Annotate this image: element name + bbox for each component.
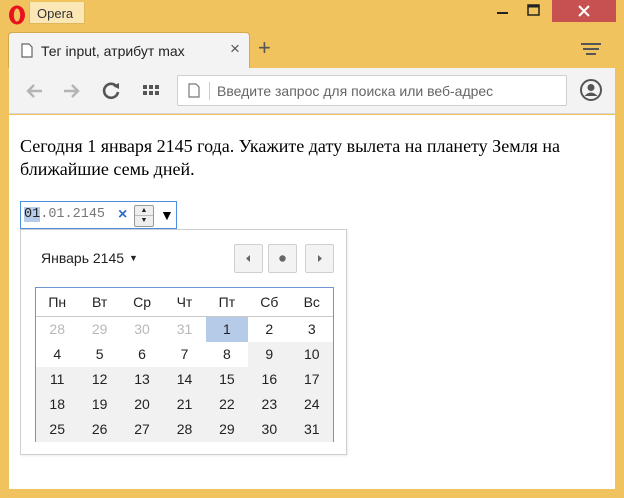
chevron-right-icon — [318, 255, 322, 262]
calendar-dropdown-icon[interactable]: ▼ — [160, 205, 174, 225]
calendar-day[interactable]: 31 — [290, 417, 333, 442]
tab-menu-icon[interactable] — [581, 43, 601, 58]
tab-title: Тег input, атрибут max — [41, 43, 185, 59]
address-separator — [209, 82, 210, 100]
calendar-day[interactable]: 6 — [120, 342, 164, 367]
calendar-day[interactable]: 8 — [205, 342, 249, 367]
account-icon[interactable] — [579, 78, 603, 102]
calendar-day-disabled: 31 — [176, 321, 193, 337]
address-bar[interactable] — [177, 75, 567, 106]
clear-date-icon[interactable]: × — [118, 206, 127, 224]
calendar-day[interactable]: 25 — [36, 417, 79, 442]
calendar-day-selected[interactable]: 1 — [205, 317, 249, 342]
app-name: Opera — [37, 6, 74, 21]
today-dot-icon — [279, 255, 286, 262]
calendar-day-disabled: 30 — [134, 321, 150, 337]
date-input[interactable]: 01.01.2145 × ▲ ▼ ▼ — [20, 201, 177, 229]
opera-logo-icon[interactable] — [8, 5, 26, 25]
month-year-label: Январь 2145 — [41, 250, 125, 266]
navigation-toolbar — [9, 68, 615, 114]
date-sep: . — [64, 207, 73, 222]
app-menu-button[interactable]: Opera — [29, 2, 85, 24]
calendar-day[interactable]: 7 — [163, 342, 206, 367]
weekday-label: Ср — [133, 294, 151, 310]
back-arrow-icon[interactable] — [23, 79, 47, 103]
calendar-day[interactable]: 23 — [248, 392, 291, 417]
calendar-day-disabled: 29 — [91, 321, 108, 337]
weekday-label: Чт — [176, 294, 193, 310]
reload-icon[interactable] — [99, 79, 123, 103]
calendar-week: 28 29 30 31 1 2 3 — [36, 317, 333, 342]
calendar-day[interactable]: 11 — [36, 367, 79, 392]
weekday-label: Пн — [48, 294, 67, 310]
calendar-day[interactable]: 15 — [205, 367, 249, 392]
close-window-icon[interactable] — [552, 0, 616, 22]
calendar-day-disabled: 28 — [49, 321, 65, 337]
calendar-day[interactable]: 30 — [248, 417, 291, 442]
calendar-day[interactable]: 19 — [78, 392, 121, 417]
calendar-week: 18 19 20 21 22 23 24 — [36, 392, 333, 417]
calendar-week: 4 5 6 7 8 9 10 — [36, 342, 333, 367]
minimize-icon[interactable] — [489, 0, 516, 22]
weekday-label: Сб — [260, 294, 279, 310]
month-caret-icon: ▼ — [129, 253, 138, 263]
calendar-day[interactable]: 28 — [163, 417, 206, 442]
date-value: 01.01.2145 — [24, 207, 105, 222]
spin-down-icon[interactable]: ▼ — [135, 216, 153, 226]
weekday-label: Вт — [91, 294, 108, 310]
calendar-week: 11 12 13 14 15 16 17 — [36, 367, 333, 392]
new-tab-button[interactable]: + — [258, 37, 271, 59]
calendar-day[interactable]: 13 — [120, 367, 164, 392]
page-icon — [188, 83, 200, 98]
speed-dial-icon[interactable] — [139, 79, 163, 103]
document-icon — [21, 43, 33, 58]
calendar-day[interactable]: 20 — [120, 392, 164, 417]
calendar-day[interactable]: 24 — [290, 392, 333, 417]
calendar-grid: Пн Вт Ср Чт Пт Сб Вс 28 29 30 31 1 2 3 4… — [35, 287, 334, 442]
spin-up-icon[interactable]: ▲ — [135, 206, 153, 216]
calendar-day[interactable]: 26 — [78, 417, 121, 442]
date-spinner[interactable]: ▲ ▼ — [134, 205, 154, 227]
calendar-day[interactable]: 18 — [36, 392, 79, 417]
page-content: Сегодня 1 января 2145 года. Укажите дату… — [9, 115, 615, 489]
weekday-label: Пт — [218, 294, 236, 310]
next-month-button[interactable] — [305, 244, 334, 273]
previous-month-button[interactable] — [234, 244, 263, 273]
calendar-day[interactable]: 27 — [120, 417, 164, 442]
calendar-day[interactable]: 17 — [290, 367, 333, 392]
title-bar: Opera — [0, 0, 624, 30]
calendar-day[interactable]: 10 — [290, 342, 333, 367]
calendar-week: 25 26 27 28 29 30 31 — [36, 417, 333, 442]
calendar-day[interactable]: 22 — [205, 392, 249, 417]
chevron-left-icon — [246, 255, 250, 262]
calendar-day[interactable]: 21 — [163, 392, 206, 417]
calendar-day[interactable]: 16 — [248, 367, 291, 392]
today-button[interactable] — [268, 244, 297, 273]
month-year-selector[interactable]: Январь 2145 ▼ — [41, 250, 138, 266]
date-year-segment[interactable]: 2145 — [73, 207, 105, 222]
date-month-segment[interactable]: 01 — [48, 207, 64, 222]
calendar-day[interactable]: 9 — [248, 342, 291, 367]
date-day-segment[interactable]: 01 — [24, 207, 41, 222]
calendar-day[interactable]: 4 — [36, 342, 79, 367]
weekday-label: Вс — [303, 294, 320, 310]
calendar-day[interactable]: 3 — [290, 317, 333, 342]
calendar-day[interactable]: 29 — [205, 417, 249, 442]
calendar-day[interactable]: 5 — [78, 342, 121, 367]
address-input[interactable] — [217, 80, 557, 102]
intro-text: Сегодня 1 января 2145 года. Укажите дату… — [20, 136, 560, 179]
forward-arrow-icon[interactable] — [59, 79, 83, 103]
tab-close-icon[interactable]: × — [226, 40, 244, 58]
calendar-popup: Январь 2145 ▼ Пн Вт Ср Чт Пт Сб Вс 28 29 — [20, 229, 347, 455]
tab-strip: Тег input, атрибут max × + — [0, 30, 624, 68]
active-tab[interactable]: Тег input, атрибут max × — [8, 32, 250, 68]
calendar-day[interactable]: 2 — [248, 317, 291, 342]
calendar-day[interactable]: 12 — [78, 367, 121, 392]
calendar-day[interactable]: 14 — [163, 367, 206, 392]
maximize-icon[interactable] — [520, 0, 547, 22]
weekday-header: Пн Вт Ср Чт Пт Сб Вс — [36, 288, 333, 317]
